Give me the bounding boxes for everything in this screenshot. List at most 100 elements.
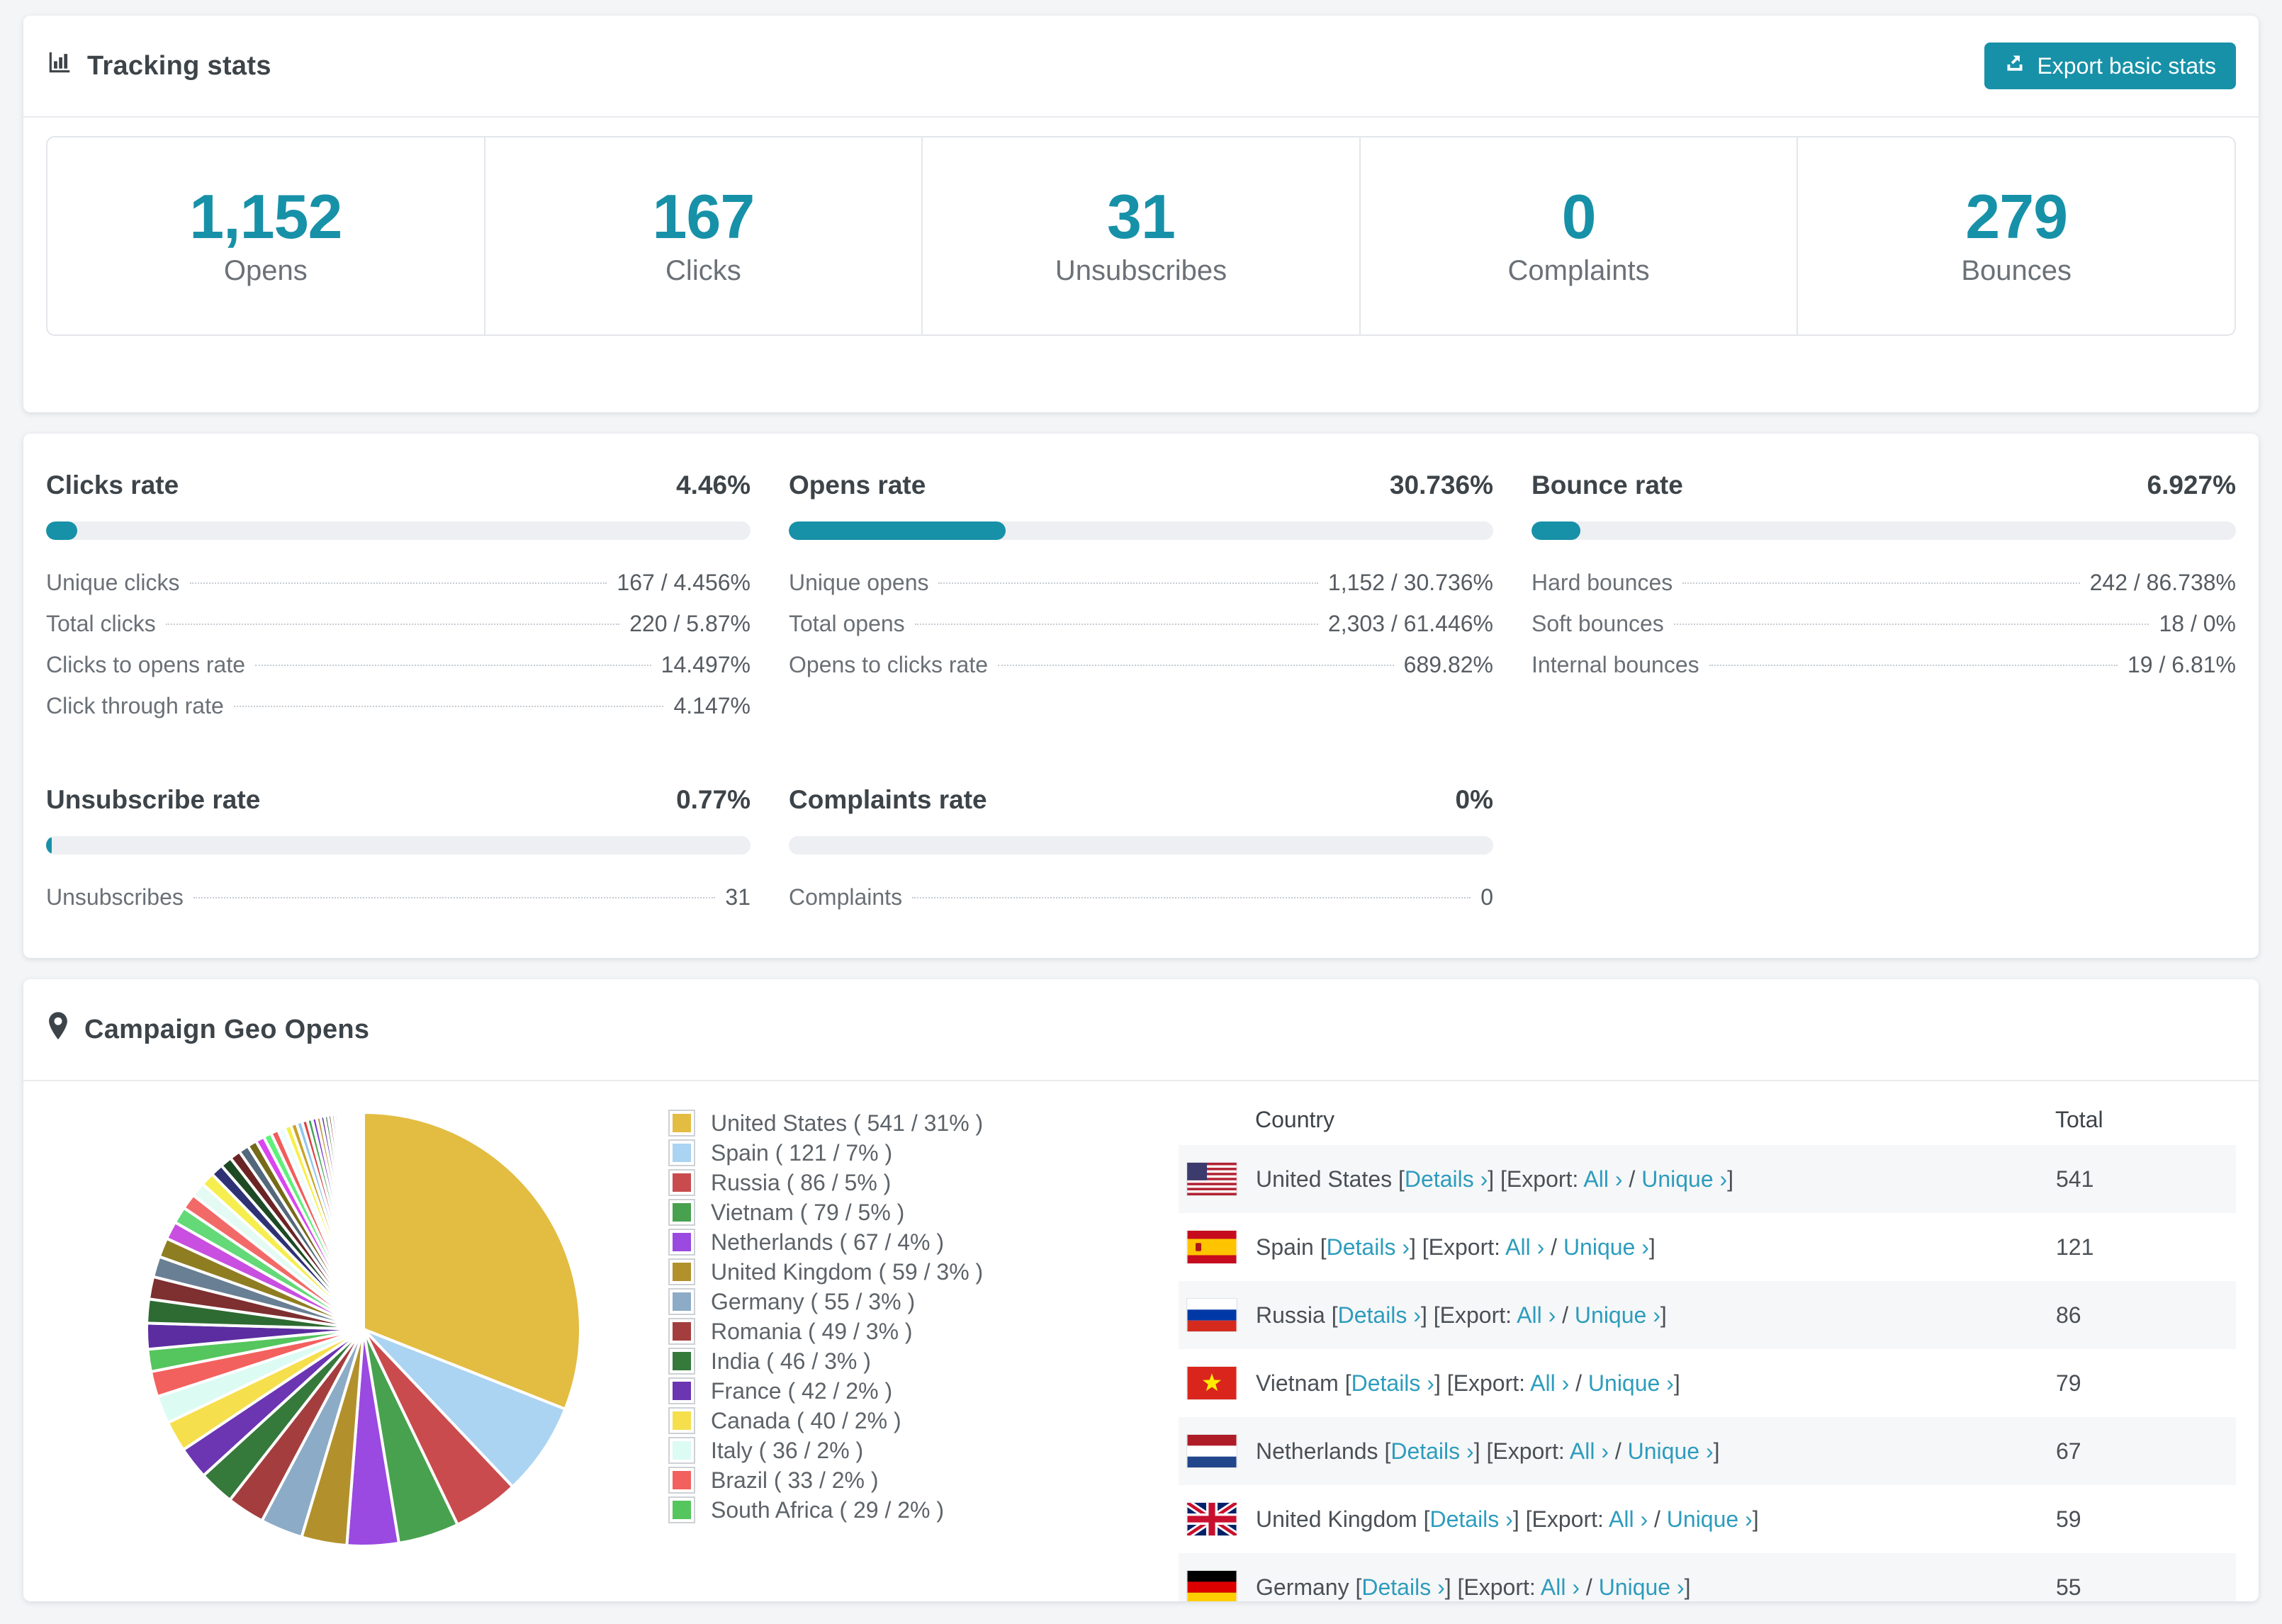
stat-value: 0 bbox=[1561, 181, 1597, 252]
geo-row-country-cell: Russia [Details ›] [Export: All › / Uniq… bbox=[1255, 1281, 2055, 1349]
unsubscribe-rate-section: Unsubscribe rate 0.77% Unsubscribes 31 bbox=[46, 785, 751, 925]
bracket: ] bbox=[1684, 1574, 1691, 1600]
rate-detail-value: 14.497% bbox=[661, 652, 751, 677]
export-unique-link[interactable]: Unique › bbox=[1575, 1302, 1660, 1328]
export-unique-link[interactable]: Unique › bbox=[1641, 1166, 1727, 1192]
legend-item-russia: Russia ( 86 / 5% ) bbox=[668, 1168, 1086, 1197]
geo-opens-title-text: Campaign Geo Opens bbox=[84, 1014, 370, 1044]
geo-row-flag-cell bbox=[1179, 1145, 1255, 1213]
bounce-rate-rows: Hard bounces 242 / 86.738% Soft bounces 18 … bbox=[1531, 570, 2236, 693]
legend-label: Spain ( 121 / 7% ) bbox=[711, 1139, 893, 1166]
country-name: Vietnam bbox=[1256, 1370, 1339, 1396]
bracket: ] bbox=[1673, 1370, 1680, 1396]
legend-label: Italy ( 36 / 2% ) bbox=[711, 1437, 864, 1463]
rate-detail-value: 0 bbox=[1480, 884, 1493, 910]
rate-detail-row: Internal bounces 19 / 6.81% bbox=[1531, 652, 2236, 693]
legend-item-spain: Spain ( 121 / 7% ) bbox=[668, 1138, 1086, 1168]
details-link[interactable]: Details › bbox=[1405, 1166, 1488, 1192]
legend-label: Romania ( 49 / 3% ) bbox=[711, 1318, 913, 1344]
legend-swatch bbox=[668, 1377, 695, 1404]
legend-item-germany: Germany ( 55 / 3% ) bbox=[668, 1287, 1086, 1316]
country-links: [Details ›] [Export: All › / Unique ›] bbox=[1349, 1574, 1691, 1600]
geo-row-total-cell: 59 bbox=[2056, 1506, 2081, 1532]
rate-detail-value: 4.147% bbox=[673, 693, 751, 718]
bracket: ] [Export: bbox=[1512, 1506, 1609, 1532]
export-unique-link[interactable]: Unique › bbox=[1563, 1234, 1649, 1260]
geo-row-united-states: United States [Details ›] [Export: All ›… bbox=[1179, 1145, 2236, 1213]
slash: / bbox=[1622, 1166, 1642, 1192]
dotted-leader bbox=[938, 582, 1318, 584]
map-pin-icon bbox=[46, 1011, 70, 1048]
geo-row-russia: Russia [Details ›] [Export: All › / Uniq… bbox=[1179, 1281, 2236, 1349]
rate-detail-row: Complaints 0 bbox=[789, 884, 1493, 925]
rate-detail-label: Unsubscribes bbox=[46, 884, 184, 910]
legend-label: South Africa ( 29 / 2% ) bbox=[711, 1496, 945, 1523]
country-links: [Details ›] [Export: All › / Unique ›] bbox=[1392, 1166, 1733, 1192]
bracket: ] bbox=[1727, 1166, 1734, 1192]
country-name: United States bbox=[1256, 1166, 1393, 1192]
geo-row-flag-cell bbox=[1179, 1553, 1255, 1601]
legend-item-italy: Italy ( 36 / 2% ) bbox=[668, 1436, 1086, 1465]
export-all-link[interactable]: All › bbox=[1530, 1370, 1569, 1396]
dotted-leader bbox=[189, 582, 607, 584]
details-link[interactable]: Details › bbox=[1327, 1234, 1410, 1260]
legend-item-netherlands: Netherlands ( 67 / 4% ) bbox=[668, 1227, 1086, 1257]
progress-bar bbox=[789, 521, 1493, 540]
export-unique-link[interactable]: Unique › bbox=[1588, 1370, 1674, 1396]
rate-detail-value: 689.82% bbox=[1403, 652, 1493, 677]
details-link[interactable]: Details › bbox=[1390, 1438, 1473, 1464]
export-all-link[interactable]: All › bbox=[1570, 1438, 1609, 1464]
geo-row-total-cell: 121 bbox=[2056, 1234, 2094, 1260]
legend-item-france: France ( 42 / 2% ) bbox=[668, 1376, 1086, 1406]
rates-grid: Clicks rate 4.46% Unique clicks 167 / 4.456… bbox=[46, 470, 2236, 925]
details-link[interactable]: Details › bbox=[1351, 1370, 1434, 1396]
progress-fill bbox=[46, 521, 78, 540]
export-all-link[interactable]: All › bbox=[1609, 1506, 1648, 1532]
rate-detail-label: Hard bounces bbox=[1531, 570, 1673, 595]
legend-label: United Kingdom ( 59 / 3% ) bbox=[711, 1258, 984, 1285]
bracket: [ bbox=[1331, 1302, 1338, 1328]
legend-swatch bbox=[668, 1467, 695, 1494]
export-icon bbox=[2004, 52, 2025, 79]
progress-bar bbox=[46, 836, 751, 855]
stat-value: 1,152 bbox=[189, 181, 342, 252]
details-link[interactable]: Details › bbox=[1361, 1574, 1444, 1600]
export-all-link[interactable]: All › bbox=[1583, 1166, 1622, 1192]
details-link[interactable]: Details › bbox=[1338, 1302, 1421, 1328]
geo-opens-body: United States ( 541 / 31% ) Spain ( 121 /… bbox=[23, 1081, 2259, 1601]
clicks-rate-section: Clicks rate 4.46% Unique clicks 167 / 4.456… bbox=[46, 470, 751, 734]
progress-bar bbox=[46, 521, 751, 540]
legend-swatch bbox=[668, 1318, 695, 1345]
geo-opens-title: Campaign Geo Opens bbox=[46, 1011, 369, 1048]
export-unique-link[interactable]: Unique › bbox=[1628, 1438, 1714, 1464]
export-unique-link[interactable]: Unique › bbox=[1599, 1574, 1685, 1600]
stat-value: 279 bbox=[1965, 181, 2068, 252]
export-basic-stats-button[interactable]: Export basic stats bbox=[1984, 43, 2236, 89]
legend-item-united-states: United States ( 541 / 31% ) bbox=[668, 1108, 1086, 1138]
rate-detail-value: 31 bbox=[725, 884, 751, 910]
complaints-rate-rows: Complaints 0 bbox=[789, 884, 1493, 925]
legend-item-canada: Canada ( 40 / 2% ) bbox=[668, 1406, 1086, 1436]
export-all-link[interactable]: All › bbox=[1517, 1302, 1556, 1328]
flag-germany bbox=[1186, 1570, 1237, 1601]
legend-label: Russia ( 86 / 5% ) bbox=[711, 1169, 892, 1195]
slash: / bbox=[1569, 1370, 1588, 1396]
legend-swatch bbox=[668, 1229, 695, 1256]
legend-item-india: India ( 46 / 3% ) bbox=[668, 1346, 1086, 1376]
rate-detail-row: Click through rate 4.147% bbox=[46, 693, 751, 734]
rate-value: 0.77% bbox=[676, 785, 751, 814]
geo-pie-legend: United States ( 541 / 31% ) Spain ( 121 /… bbox=[668, 1108, 1086, 1525]
geo-row-total-cell: 86 bbox=[2056, 1302, 2081, 1328]
rate-detail-row: Soft bounces 18 / 0% bbox=[1531, 611, 2236, 652]
legend-swatch bbox=[668, 1169, 695, 1196]
export-unique-link[interactable]: Unique › bbox=[1667, 1506, 1753, 1532]
country-name: Germany bbox=[1256, 1574, 1349, 1600]
details-link[interactable]: Details › bbox=[1429, 1506, 1512, 1532]
flag-netherlands bbox=[1186, 1434, 1237, 1468]
bounce-rate-head: Bounce rate 6.927% bbox=[1531, 470, 2236, 500]
export-all-link[interactable]: All › bbox=[1541, 1574, 1580, 1600]
export-all-link[interactable]: All › bbox=[1505, 1234, 1544, 1260]
slash: / bbox=[1544, 1234, 1563, 1260]
country-links: [Details ›] [Export: All › / Unique ›] bbox=[1339, 1370, 1680, 1396]
geo-table-wrap: Country Total United States [Details ›] … bbox=[1179, 1094, 2236, 1601]
